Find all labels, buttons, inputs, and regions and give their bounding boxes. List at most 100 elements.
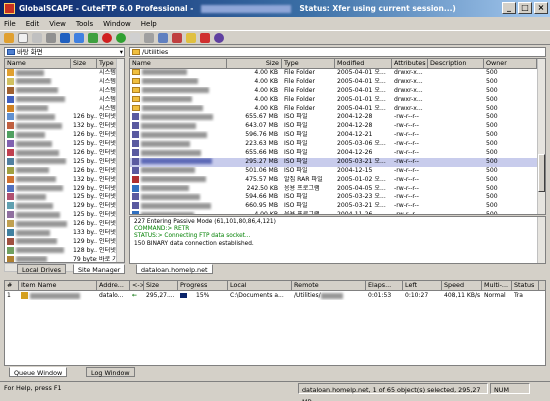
download-icon[interactable] — [74, 32, 84, 43]
col-local[interactable]: Local — [228, 281, 292, 290]
local-list-item[interactable]: 133 by... 인터넷 — [5, 229, 124, 238]
menu-window[interactable]: Window — [103, 20, 131, 28]
col-progress[interactable]: Progress — [178, 281, 228, 290]
menu-file[interactable]: File — [4, 20, 16, 28]
remote-list-item[interactable]: 655.67 MB ISO 파일 2004-12-28 -rw-r--r-- 500 — [130, 113, 545, 122]
remote-list-item[interactable]: 223.63 MB ISO 파일 2005-03-06 오... -rw-r--r--… — [130, 140, 545, 149]
local-list-item[interactable]: 126 by... 인터넷 — [5, 149, 124, 158]
local-list-item[interactable]: 시스템 — [5, 95, 124, 105]
col-attributes[interactable]: Attributes — [392, 59, 428, 68]
remote-list-item[interactable]: 242.50 KB 응용 프로그램 2005-04-05 오... -rw-r--r-… — [130, 184, 545, 194]
local-list-item[interactable]: 126 by... 인터넷 — [5, 131, 124, 140]
col-status[interactable]: Status — [512, 281, 539, 290]
col-type[interactable]: Type — [97, 59, 118, 68]
col-name[interactable]: Name — [5, 59, 71, 68]
col-num[interactable]: # — [5, 281, 19, 290]
col-elapsed[interactable]: Elaps... — [366, 281, 403, 290]
col-direction[interactable]: <-> — [130, 281, 144, 290]
reconnect-icon[interactable] — [60, 32, 70, 43]
remote-list-item[interactable]: 596.76 MB ISO 파일 2004-12-21 -rw-r--r-- 500 — [130, 131, 545, 140]
remote-scroll-thumb[interactable] — [538, 154, 545, 192]
col-address[interactable]: Addre... — [97, 281, 130, 290]
tab-site-manager[interactable]: Site Manager — [73, 264, 126, 274]
tab-local-drives[interactable]: Local Drives — [17, 264, 66, 274]
remote-list-item[interactable]: 4.00 KB File Folder 2005-04-01 오... drwxr-x… — [130, 104, 545, 114]
view-icon[interactable] — [158, 32, 168, 43]
col-description[interactable]: Description — [428, 59, 484, 68]
col-size[interactable]: Size — [71, 59, 97, 68]
remote-list-item[interactable]: 501.06 MB ISO 파일 2004-12-15 -rw-r--r-- 500 — [130, 166, 545, 176]
remote-list-item[interactable]: 4.00 KB File Folder 2005-04-01 오... drwxr-x… — [130, 69, 545, 78]
stop-icon[interactable] — [102, 32, 112, 43]
remote-list-item[interactable]: 4.00 KB File Folder 2005-04-01 오... drwxr-x… — [130, 86, 545, 96]
col-left[interactable]: Left — [403, 281, 442, 290]
remote-list-item[interactable]: 475.57 MB 알집 RAR 파일 2005-01-02 오... -rw-r--… — [130, 175, 545, 185]
local-list-item[interactable]: 128 by... 인터넷 — [5, 246, 124, 256]
maximize-button[interactable]: □ — [518, 2, 532, 14]
connect-icon[interactable] — [4, 32, 14, 43]
local-list-item[interactable]: 시스템 — [5, 86, 124, 96]
tab-queue-window[interactable]: Queue Window — [9, 367, 68, 377]
log-scrollbar[interactable] — [537, 217, 545, 263]
local-list-item[interactable]: 126 by... 인터넷 — [5, 166, 124, 176]
remote-list-item[interactable]: 4.00 KB File Folder 2005-01-01 오... drwxr-x… — [130, 95, 545, 105]
help-icon[interactable] — [214, 32, 224, 43]
local-list-item[interactable]: 126 by... 인터넷 — [5, 220, 124, 229]
close-button[interactable]: × — [534, 2, 548, 14]
local-list-item[interactable]: 시스템 — [5, 69, 124, 78]
menu-edit[interactable]: Edit — [26, 20, 40, 28]
remote-scrollbar[interactable] — [537, 59, 545, 214]
local-list-item[interactable]: 132 by... 인터넷 — [5, 175, 124, 185]
remote-list-item[interactable]: 643.07 MB ISO 파일 2004-12-28 -rw-r--r-- 500 — [130, 122, 545, 131]
local-list-item[interactable]: 129 by... 인터넷 — [5, 202, 124, 211]
col-remote[interactable]: Remote — [292, 281, 366, 290]
go-icon[interactable] — [116, 32, 126, 43]
col-owner[interactable]: Owner — [484, 59, 537, 68]
menu-help[interactable]: Help — [141, 20, 157, 28]
col-item-name[interactable]: Item Name — [19, 281, 97, 290]
col-name[interactable]: Name — [130, 59, 227, 68]
local-list-item[interactable]: 126 by... 인터넷 — [5, 113, 124, 122]
remote-path-bar[interactable]: /Utilities — [129, 47, 546, 57]
queue-row[interactable]: 1 datalo... ← 295,27.... 15% C:\Document… — [5, 291, 545, 300]
disconnect-icon[interactable] — [46, 32, 56, 43]
local-list-item[interactable]: 132 by... 인터넷 — [5, 122, 124, 131]
rename-icon[interactable] — [186, 32, 196, 43]
tab-remote-site[interactable]: dataloan.homelp.net — [136, 264, 213, 274]
col-multi[interactable]: Multi-... — [482, 281, 512, 290]
remote-list-item[interactable]: 655.66 MB ISO 파일 2004-12-26 -rw-r--r-- 500 — [130, 149, 545, 158]
local-list-item[interactable]: 125 by... 인터넷 — [5, 157, 124, 167]
col-type[interactable]: Type — [282, 59, 335, 68]
col-size[interactable]: Size — [144, 281, 178, 290]
local-scrollbar[interactable] — [116, 59, 124, 262]
local-list-item[interactable]: 129 by... 인터넷 — [5, 184, 124, 194]
col-size[interactable]: Size — [227, 59, 282, 68]
remote-list-item[interactable]: 4.00 KB File Folder 2005-04-01 오... drwxr-x… — [130, 77, 545, 87]
remote-list-item[interactable]: 4.00 KB 응용 프로그램 2004-11-26 -rw-r--r-- 500 — [130, 211, 545, 214]
local-list-item[interactable]: 125 by... 인터넷 — [5, 211, 124, 220]
local-list-item[interactable]: 125 by... 인터넷 — [5, 193, 124, 202]
remote-list-item[interactable]: 295.27 MB ISO 파일 2005-03-21 오... -rw-r--r--… — [130, 157, 545, 167]
menu-view[interactable]: View — [49, 20, 66, 28]
filter-icon[interactable] — [200, 32, 210, 43]
minimize-button[interactable]: _ — [502, 2, 516, 14]
local-list-item[interactable]: 79 bytes 바로 가 — [5, 255, 124, 262]
quick-connect-icon[interactable] — [32, 32, 42, 43]
upload-icon[interactable] — [88, 32, 98, 43]
remote-list-item[interactable]: 594.66 MB ISO 파일 2005-03-23 오... -rw-r--r--… — [130, 193, 545, 202]
new-icon[interactable] — [18, 32, 28, 43]
col-modified[interactable]: Modified — [335, 59, 392, 68]
local-drive-select[interactable]: 바탕 화면 ▾ — [4, 47, 125, 57]
chevron-down-icon[interactable]: ▾ — [120, 48, 123, 56]
menu-tools[interactable]: Tools — [76, 20, 93, 28]
local-list-item[interactable]: 시스템 — [5, 77, 124, 87]
folder-up-icon[interactable] — [144, 32, 154, 43]
refresh-icon[interactable] — [130, 32, 140, 43]
local-list-item[interactable]: 129 by... 인터넷 — [5, 237, 124, 247]
local-list-item[interactable]: 시스템 — [5, 104, 124, 114]
delete-icon[interactable] — [172, 32, 182, 43]
col-speed[interactable]: Speed — [442, 281, 482, 290]
local-list-item[interactable]: 125 by... 인터넷 — [5, 140, 124, 149]
remote-list-item[interactable]: 660.95 MB ISO 파일 2005-03-21 오... -rw-r--r--… — [130, 202, 545, 211]
tab-log-window[interactable]: Log Window — [86, 367, 135, 377]
